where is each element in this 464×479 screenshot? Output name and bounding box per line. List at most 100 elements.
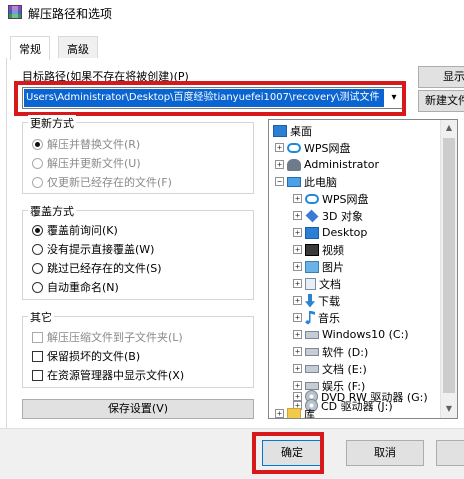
expand-icon[interactable]: + (293, 330, 302, 339)
expand-icon[interactable]: + (293, 279, 302, 288)
option-label: 没有提示直接覆盖(W) (47, 243, 155, 256)
expand-icon[interactable]: + (293, 211, 302, 220)
update-option-replace[interactable]: 解压并替换文件(R) (32, 136, 140, 152)
expand-icon[interactable]: + (293, 262, 302, 271)
tree-item-label: Windows10 (C:) (322, 328, 409, 341)
title-bar: 解压路径和选项 (0, 0, 464, 24)
expand-icon[interactable]: + (275, 409, 284, 418)
cloud-icon (305, 193, 319, 204)
computer-icon (287, 176, 301, 187)
tree-item-label: 下载 (318, 294, 340, 308)
highlight-path-box (14, 81, 406, 116)
user-icon (287, 158, 301, 171)
update-mode-title: 更新方式 (28, 115, 76, 131)
overwrite-option-rename[interactable]: 自动重命名(N) (32, 279, 119, 295)
tree-item-label: WPS网盘 (304, 141, 351, 155)
expand-icon[interactable]: + (293, 296, 302, 305)
drive-icon (305, 330, 319, 339)
tree-item-label: 文档 (319, 277, 341, 291)
option-label: 解压并更新文件(U) (47, 157, 141, 170)
option-label: 在资源管理器中显示文件(X) (47, 369, 185, 382)
overwrite-option-no-prompt[interactable]: 没有提示直接覆盖(W) (32, 241, 154, 257)
option-label: 自动重命名(N) (47, 281, 119, 294)
tree-item[interactable]: + 图片 (293, 258, 344, 275)
show-button[interactable]: 显示 (418, 66, 464, 88)
misc-option-keep-broken[interactable]: 保留损坏的文件(B) (32, 348, 140, 364)
tree-item[interactable]: + 3D 对象 (293, 207, 363, 224)
option-label: 仅更新已经存在的文件(F) (47, 176, 172, 189)
expand-icon[interactable]: + (293, 228, 302, 237)
option-label: 覆盖前询问(K) (47, 224, 118, 237)
tree-item-label: 文档 (E:) (322, 362, 367, 376)
radio-icon[interactable] (32, 224, 43, 236)
tree-item[interactable]: + WPS网盘 (275, 139, 351, 156)
tree-item-label: WPS网盘 (322, 192, 369, 206)
tree-item[interactable]: − 此电脑 (275, 173, 337, 190)
expand-icon[interactable]: + (275, 143, 284, 152)
cloud-icon (287, 142, 301, 153)
tree-item-label: CD 驱动器 (J:) (321, 399, 393, 413)
tree-item[interactable]: + Windows10 (C:) (293, 326, 409, 343)
expand-icon[interactable]: + (293, 364, 302, 373)
checkbox-icon[interactable] (32, 331, 43, 343)
tree-item[interactable]: + 音乐 (293, 309, 340, 326)
tree-item-label: 图片 (322, 260, 344, 274)
documents-icon (305, 277, 316, 290)
update-option-existing-only[interactable]: 仅更新已经存在的文件(F) (32, 174, 172, 190)
desktop-icon (273, 124, 287, 137)
checkbox-icon[interactable] (32, 369, 43, 381)
tree-item[interactable]: + Desktop (293, 224, 367, 241)
radio-icon[interactable] (32, 138, 43, 150)
scroll-up-icon[interactable]: ▲ (441, 120, 457, 136)
cancel-button[interactable]: 取消 (346, 440, 424, 466)
tree-item[interactable]: + 软件 (D:) (293, 343, 368, 360)
tree-item-label: 桌面 (290, 124, 312, 138)
tree-item-label: Administrator (304, 158, 379, 171)
tree-item-label: 库 (304, 407, 315, 419)
overwrite-option-ask[interactable]: 覆盖前询问(K) (32, 222, 118, 238)
tree-item[interactable]: 桌面 (273, 122, 312, 139)
radio-icon[interactable] (32, 281, 43, 293)
tab-advanced[interactable]: 高级 (58, 36, 98, 59)
radio-icon[interactable] (32, 262, 43, 274)
tab-general[interactable]: 常规 (10, 36, 50, 60)
music-icon (305, 310, 315, 325)
folder-tree[interactable]: 桌面 + WPS网盘 + Administrator − 此电脑 + WPS网盘… (268, 119, 458, 419)
radio-icon[interactable] (32, 157, 43, 169)
tree-item-label: 软件 (D:) (322, 345, 369, 359)
expand-icon[interactable]: + (293, 194, 302, 203)
radio-icon[interactable] (32, 243, 43, 255)
scrollbar-thumb[interactable] (443, 138, 455, 393)
window-title: 解压路径和选项 (28, 7, 113, 21)
folder-icon (287, 408, 301, 418)
misc-option-subfolder[interactable]: 解压压缩文件到子文件夹(L) (32, 329, 183, 345)
checkbox-icon[interactable] (32, 350, 43, 362)
3d-objects-icon (305, 209, 319, 222)
pictures-icon (305, 260, 319, 273)
tree-item[interactable]: + 下载 (293, 292, 340, 309)
highlight-ok-box (252, 432, 324, 474)
save-settings-button[interactable]: 保存设置(V) (22, 399, 254, 419)
overwrite-option-skip[interactable]: 跳过已经存在的文件(S) (32, 260, 162, 276)
collapse-icon[interactable]: − (275, 177, 284, 186)
tree-item[interactable]: + Administrator (275, 156, 379, 173)
help-button[interactable] (436, 440, 464, 466)
desktop-icon (305, 226, 319, 239)
tree-item[interactable]: + 文档 (293, 275, 341, 292)
tree-item[interactable]: + WPS网盘 (293, 190, 369, 207)
scroll-down-icon[interactable]: ▼ (441, 401, 457, 417)
expand-icon[interactable]: + (293, 245, 302, 254)
video-icon (305, 243, 319, 256)
tree-scrollbar[interactable]: ▲ ▼ (440, 120, 457, 418)
tree-item[interactable]: + 视频 (293, 241, 344, 258)
radio-icon[interactable] (32, 176, 43, 188)
tree-item[interactable]: + 文档 (E:) (293, 360, 367, 377)
expand-icon[interactable]: + (293, 313, 302, 322)
tree-item-label: 此电脑 (304, 175, 337, 189)
tree-item[interactable]: + 库 (275, 405, 315, 419)
update-option-update[interactable]: 解压并更新文件(U) (32, 155, 141, 171)
expand-icon[interactable]: + (293, 347, 302, 356)
misc-option-show-in-explorer[interactable]: 在资源管理器中显示文件(X) (32, 367, 184, 383)
new-folder-button[interactable]: 新建文件 (418, 90, 464, 112)
expand-icon[interactable]: + (275, 160, 284, 169)
